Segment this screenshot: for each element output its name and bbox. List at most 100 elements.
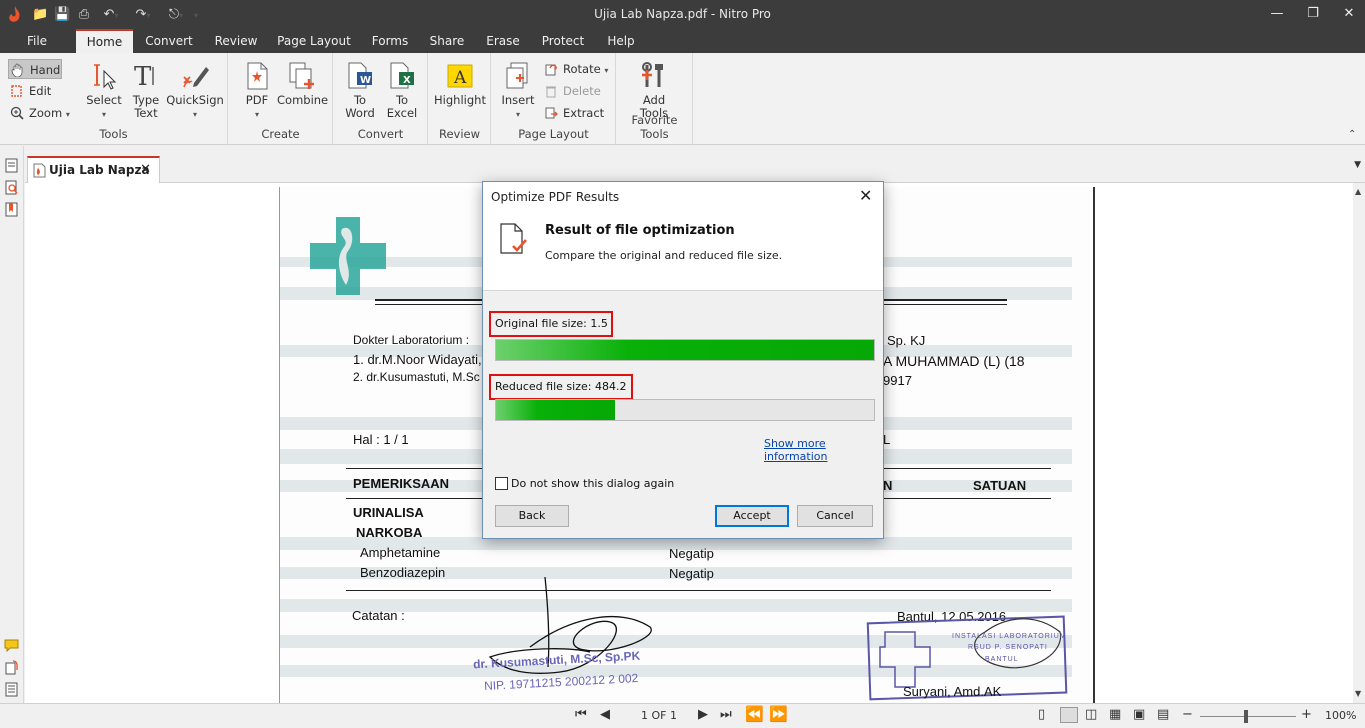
extract-button[interactable]: Extract — [542, 103, 612, 123]
doc-signer-right: Suryani, Amd.AK — [903, 684, 1002, 699]
review-group: A Highlight Review — [429, 53, 491, 145]
tab-review[interactable]: Review — [209, 29, 263, 53]
quicksign-button[interactable]: QuickSign ▾ — [166, 61, 224, 121]
pdf-label: PDF — [245, 93, 269, 107]
do-not-show-label[interactable]: Do not show this dialog again — [511, 477, 674, 490]
zoom-slider-thumb[interactable] — [1244, 710, 1248, 723]
zoom-out-icon[interactable]: − — [1182, 707, 1193, 722]
favorite-tools-group-label: Favorite Tools — [631, 113, 678, 141]
doc-catatan: Catatan : — [352, 608, 405, 623]
minimize-button[interactable]: — — [1262, 4, 1292, 24]
to-word-label-1: To — [353, 93, 367, 107]
highlight-icon: A — [447, 64, 473, 88]
first-page-icon[interactable]: ⏮ — [575, 707, 587, 722]
doc-right-1: Sp. KJ — [887, 333, 926, 348]
select-button[interactable]: Select ▾ — [85, 61, 123, 121]
combine-button[interactable]: Combine — [277, 61, 328, 107]
svg-text:W: W — [360, 75, 371, 86]
to-word-button[interactable]: W To Word — [342, 61, 378, 120]
tab-forms[interactable]: Forms — [365, 29, 415, 53]
tab-list-dropdown-icon[interactable]: ▼ — [1354, 160, 1361, 170]
highlight-button[interactable]: A Highlight — [433, 61, 487, 107]
attachments-panel-icon[interactable] — [4, 660, 19, 675]
hospital-logo — [310, 217, 386, 295]
zoom-level[interactable]: 100% — [1325, 709, 1356, 722]
type-text-label-2: Text — [134, 106, 158, 120]
facing-view-icon[interactable]: ◫ — [1085, 707, 1097, 722]
reduced-size-label: Reduced file size: 484.2 kB — [489, 374, 633, 415]
vertical-scrollbar[interactable]: ▲ ▼ — [1353, 183, 1365, 703]
next-page-icon[interactable]: ▶ — [698, 707, 708, 722]
review-group-label: Review — [438, 127, 481, 141]
add-tools-button[interactable]: Add Tools — [631, 61, 677, 120]
close-window-button[interactable]: ✕ — [1334, 4, 1364, 24]
collapse-ribbon-icon[interactable]: ⌃ — [1348, 129, 1356, 140]
rotate-label: Rotate — [563, 62, 601, 76]
scroll-up-icon[interactable]: ▲ — [1355, 187, 1361, 196]
quicksign-label: QuickSign — [166, 93, 224, 107]
zoom-slider[interactable] — [1200, 716, 1296, 717]
accept-button[interactable]: Accept — [715, 505, 789, 527]
tab-help[interactable]: Help — [601, 29, 641, 53]
type-text-button[interactable]: T Type Text — [128, 61, 164, 120]
scroll-down-icon[interactable]: ▼ — [1355, 689, 1361, 698]
extract-label: Extract — [563, 106, 605, 120]
full-screen-icon[interactable]: ▣ — [1133, 707, 1145, 722]
tab-protect[interactable]: Protect — [537, 29, 589, 53]
create-pdf-button[interactable]: PDF ▾ — [239, 61, 275, 121]
excel-icon: X — [390, 62, 414, 89]
tools-group-label: Tools — [99, 127, 128, 141]
tab-convert[interactable]: Convert — [141, 29, 197, 53]
tab-page-layout[interactable]: Page Layout — [275, 29, 353, 53]
ribbon: Hand Edit Zoom ▾ Select ▾ T Type Text Quic… — [0, 53, 1365, 145]
extract-icon — [545, 107, 558, 119]
rotate-button[interactable]: Rotate ▾ — [542, 59, 616, 79]
last-page-icon[interactable]: ⏭ — [720, 707, 732, 722]
dialog-title: Optimize PDF Results — [491, 190, 620, 204]
delete-button[interactable]: Delete — [542, 81, 612, 101]
single-page-view-icon[interactable]: ▯ — [1038, 707, 1045, 722]
tab-erase[interactable]: Erase — [481, 29, 525, 53]
file-menu[interactable]: File — [16, 29, 58, 53]
next-view-icon[interactable]: ⏩ — [769, 705, 788, 723]
to-excel-button[interactable]: X To Excel — [384, 61, 420, 120]
previous-view-icon[interactable]: ⏪ — [745, 705, 764, 723]
back-button[interactable]: Back — [495, 505, 569, 527]
convert-group: W To Word X To Excel Convert — [334, 53, 428, 145]
fit-icon[interactable]: ▤ — [1157, 707, 1169, 722]
doc-amphetamine-result: Negatip — [669, 546, 714, 561]
page-indicator[interactable]: 1 OF 1 — [641, 709, 677, 722]
dialog-close-icon[interactable]: ✕ — [859, 186, 872, 205]
continuous-facing-view-icon[interactable]: ▦ — [1109, 707, 1121, 722]
doc-urinalisa: URINALISA — [353, 505, 424, 520]
continuous-view-icon[interactable] — [1060, 707, 1078, 723]
favorite-tools-group: Add Tools Favorite Tools — [617, 53, 693, 145]
select-text-icon — [94, 64, 117, 90]
tools-group: Hand Edit Zoom ▾ Select ▾ T Type Text Quic… — [0, 53, 228, 145]
doc-pemeriksaan: PEMERIKSAAN — [353, 476, 450, 491]
comments-panel-icon[interactable] — [4, 638, 19, 653]
bookmarks-panel-icon[interactable] — [4, 202, 19, 217]
previous-page-icon[interactable]: ◀ — [600, 707, 610, 722]
title-bar: 📁 💾 ⎙ ↶▾ ↷▾ ⎋▾ ▾ Ujia Lab Napza.pdf - Ni… — [0, 0, 1365, 29]
search-panel-icon[interactable] — [4, 180, 19, 195]
select-label: Select — [86, 93, 122, 107]
add-tools-label-1: Add — [642, 93, 666, 107]
hand-tool-button[interactable]: Hand — [8, 59, 62, 79]
tab-home[interactable]: Home — [76, 29, 133, 53]
do-not-show-checkbox[interactable] — [495, 477, 508, 490]
output-panel-icon[interactable] — [4, 682, 19, 697]
restore-button[interactable]: ❐ — [1298, 4, 1328, 24]
insert-icon — [506, 62, 528, 89]
tab-share[interactable]: Share — [425, 29, 469, 53]
cancel-button[interactable]: Cancel — [797, 505, 873, 527]
zoom-tool-button[interactable]: Zoom ▾ — [8, 103, 74, 123]
insert-button[interactable]: Insert ▾ — [498, 61, 538, 121]
pages-panel-icon[interactable] — [4, 158, 19, 173]
highlight-label: Highlight — [434, 93, 486, 107]
show-more-information-link[interactable]: Show more information — [764, 437, 883, 463]
close-tab-icon[interactable]: ✕ — [140, 162, 151, 177]
zoom-in-icon[interactable]: + — [1301, 707, 1312, 722]
document-tab[interactable]: Ujia Lab Napza ✕ — [27, 156, 160, 183]
edit-tool-button[interactable]: Edit — [8, 81, 62, 101]
